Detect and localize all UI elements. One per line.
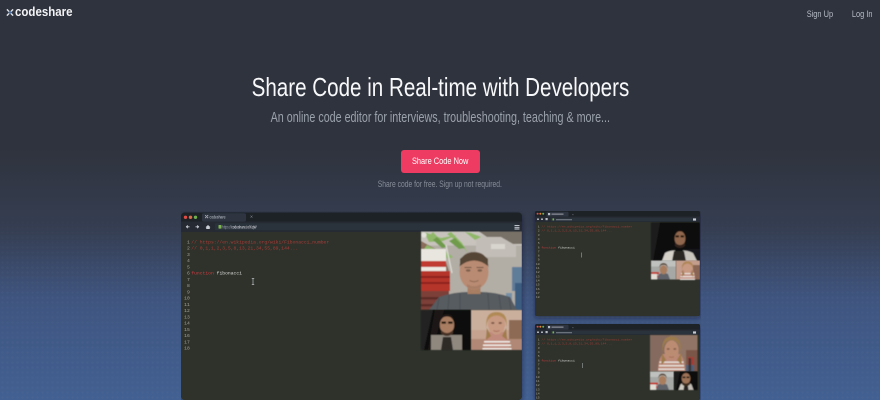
svg-text:function fibonacci: function fibonacci [191,271,242,277]
svg-text:2: 2 [187,246,190,252]
svg-text:13: 13 [184,314,190,320]
svg-text:https://codeshare.io/XqW: https://codeshare.io/XqW [222,225,257,230]
svg-text:×: × [572,325,574,329]
svg-text:14: 14 [184,321,190,327]
svg-text:// 0,1,1,2,3,5,8,13,21,34,55,8: // 0,1,1,2,3,5,8,13,21,34,55,89,144... [191,246,298,252]
svg-text:9: 9 [187,289,190,295]
svg-text:function fibonacci: function fibonacci [541,245,575,249]
svg-text:// 0,1,1,2,3,5,8,13,21,34,55,8: // 0,1,1,2,3,5,8,13,21,34,55,89,144... [541,229,612,233]
svg-text:15: 15 [184,327,190,333]
svg-text:10: 10 [184,296,190,302]
svg-text:6: 6 [187,271,190,277]
svg-text:18: 18 [536,295,540,299]
svg-text:17: 17 [184,339,190,345]
svg-text:// 0,1,1,2,3,5,8,13,21,34,55,8: // 0,1,1,2,3,5,8,13,21,34,55,89,144... [541,342,612,346]
svg-text:18: 18 [184,346,190,352]
svg-text:3: 3 [187,252,190,258]
svg-text:16: 16 [184,333,190,339]
svg-text:codeshare: codeshare [210,214,227,219]
svg-text:12: 12 [184,308,190,314]
svg-text:7: 7 [187,277,190,283]
svg-text:8: 8 [187,283,190,289]
svg-text:// https://en.wikipedia.org/wi: // https://en.wikipedia.org/wiki/Fibonac… [191,239,329,245]
svg-text:function fibonacci: function fibonacci [541,358,575,362]
svg-text:4: 4 [187,258,190,264]
svg-text:11: 11 [184,302,190,308]
svg-text:×: × [572,212,574,216]
svg-text:1: 1 [187,239,190,245]
svg-text:5: 5 [187,264,190,270]
svg-text:×: × [250,215,253,221]
